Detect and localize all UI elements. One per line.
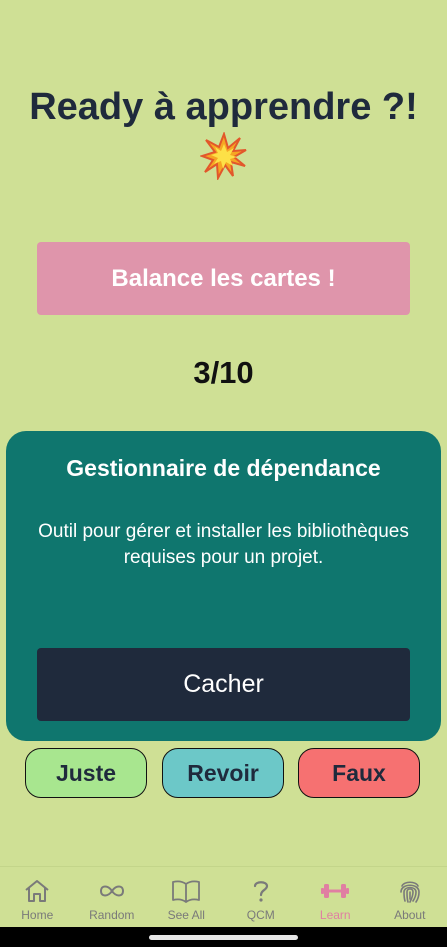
bottom-navigation: Home Random See All QCM Learn About <box>0 866 447 928</box>
flashcard-term: Gestionnaire de dépendance <box>66 455 381 481</box>
fingerprint-icon <box>395 877 425 905</box>
page-title: Ready à apprendre ?! <box>29 86 418 128</box>
collision-emoji-icon <box>200 132 247 180</box>
nav-item-see-all[interactable]: See All <box>149 867 224 928</box>
nav-label-about: About <box>394 908 426 922</box>
shuffle-cards-button[interactable]: Balance les cartes ! <box>37 242 410 315</box>
nav-label-see-all: See All <box>167 908 205 922</box>
flashcard-definition: Outil pour gérer et installer les biblio… <box>38 521 409 568</box>
nav-item-random[interactable]: Random <box>75 867 150 928</box>
correct-button[interactable]: Juste <box>25 748 147 798</box>
home-indicator[interactable] <box>149 935 298 940</box>
card-progress-counter: 3/10 <box>193 355 254 390</box>
review-button[interactable]: Revoir <box>162 748 284 798</box>
wrong-button[interactable]: Faux <box>298 748 420 798</box>
home-icon <box>22 877 52 905</box>
hide-answer-button[interactable]: Cacher <box>37 648 410 721</box>
dumbbell-icon <box>320 877 350 905</box>
nav-item-home[interactable]: Home <box>0 867 75 928</box>
nav-item-learn[interactable]: Learn <box>298 867 373 928</box>
nav-label-learn: Learn <box>319 908 351 922</box>
infinity-icon <box>97 877 127 905</box>
nav-label-qcm: QCM <box>246 908 275 922</box>
nav-label-home: Home <box>21 908 54 922</box>
question-icon <box>246 877 276 905</box>
learn-screen: Ready à apprendre ?! Balance les cartes … <box>0 0 447 947</box>
nav-label-random: Random <box>89 908 135 922</box>
nav-item-qcm[interactable]: QCM <box>224 867 299 928</box>
book-icon <box>171 877 201 905</box>
flashcard: Gestionnaire de dépendance Outil pour gé… <box>6 431 441 741</box>
nav-item-about[interactable]: About <box>373 867 447 928</box>
